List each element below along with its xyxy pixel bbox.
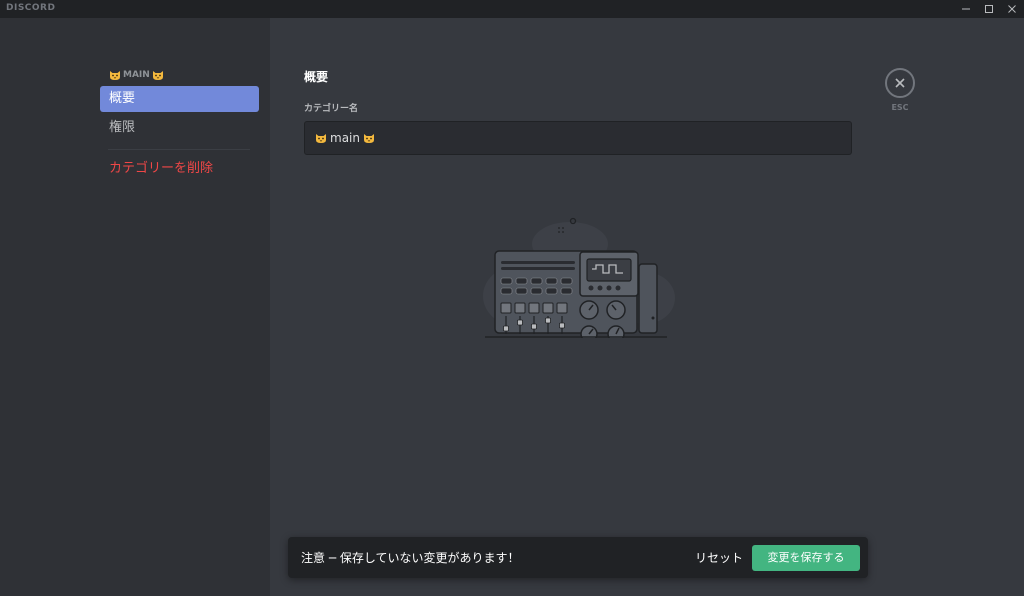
save-changes-button[interactable]: 変更を保存する [752, 545, 860, 571]
minimize-button[interactable] [954, 0, 978, 18]
settings-sidebar: MAIN 概要 権限 カテゴリーを削除 [0, 18, 270, 596]
unsaved-changes-message: 注意 ─ 保存していない変更があります！ [301, 551, 520, 565]
category-name-input[interactable]: main [304, 121, 852, 155]
page-title: 概要 [304, 70, 329, 84]
cat-face-icon [363, 134, 374, 143]
settings-content: 概要 カテゴリー名 main ESC [270, 18, 1024, 596]
category-name-label: カテゴリー名 [304, 104, 359, 114]
maximize-icon [985, 5, 993, 13]
sidebar-item-permissions[interactable]: 権限 [100, 115, 259, 141]
close-settings-button[interactable]: ESC [884, 68, 916, 112]
cat-face-icon [110, 71, 120, 80]
app-logo: DISCORD [6, 3, 56, 13]
esc-circle[interactable] [885, 68, 915, 98]
unsaved-changes-notice: 注意 ─ 保存していない変更があります！ リセット 変更を保存する [288, 537, 868, 578]
minimize-icon [962, 8, 970, 10]
maximize-button[interactable] [977, 0, 1001, 18]
sidebar-divider [108, 149, 250, 150]
category-name-value: main [330, 131, 360, 145]
close-icon [895, 78, 905, 88]
sidebar-category-header: MAIN [109, 69, 164, 81]
close-window-button[interactable] [1000, 0, 1024, 18]
sidebar-category-name: MAIN [123, 70, 150, 80]
radio-illustration [483, 217, 675, 338]
esc-label: ESC [891, 103, 909, 112]
delete-category-button[interactable]: カテゴリーを削除 [100, 156, 259, 182]
title-bar: DISCORD [0, 0, 1024, 18]
close-icon [1008, 5, 1016, 13]
cat-face-icon [152, 71, 163, 80]
sidebar-item-overview[interactable]: 概要 [100, 86, 259, 112]
reset-button[interactable]: リセット [695, 549, 743, 566]
cat-face-icon [316, 134, 326, 143]
